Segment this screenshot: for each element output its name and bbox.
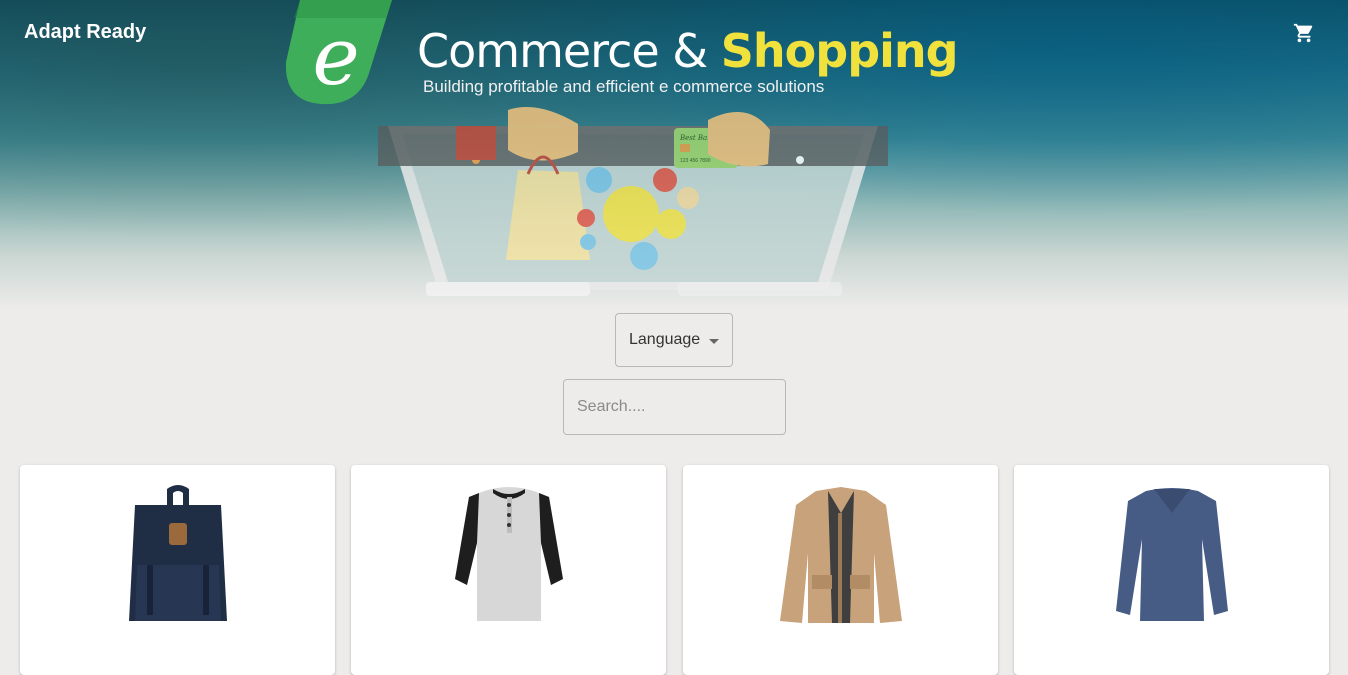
backpack-image xyxy=(128,485,227,621)
jacket-image xyxy=(779,487,902,623)
brand-name[interactable]: Adapt Ready xyxy=(24,21,146,44)
product-card-backpack[interactable] xyxy=(20,465,335,675)
laptop-shopping-illustration: Best Bank 123 456 7890 xyxy=(378,107,888,296)
language-select-label: Language xyxy=(629,331,701,348)
henley-shirt-image xyxy=(454,487,563,621)
product-card-long-sleeve-shirt[interactable] xyxy=(1014,465,1329,675)
language-select[interactable]: Language xyxy=(615,313,733,367)
hero-banner: Adapt Ready e Commerce & Shopping Buildi… xyxy=(0,0,1348,310)
cart-icon[interactable] xyxy=(1293,22,1315,44)
hero-subtitle: Building profitable and efficient e comm… xyxy=(423,77,825,96)
search-input[interactable] xyxy=(563,379,786,435)
logo-letter: e xyxy=(312,10,359,103)
long-sleeve-shirt-image xyxy=(1115,488,1228,621)
product-card-jacket[interactable] xyxy=(683,465,998,675)
chevron-down-icon xyxy=(709,339,719,344)
product-card-henley-shirt[interactable] xyxy=(351,465,666,675)
card-number: 123 456 7890 xyxy=(680,158,711,164)
ecommerce-logo-badge: e xyxy=(285,0,392,105)
hero-title-part2: Shopping xyxy=(720,24,959,78)
hero-title: Commerce & Shopping xyxy=(417,24,959,78)
hero-title-part1: Commerce & xyxy=(417,24,708,78)
